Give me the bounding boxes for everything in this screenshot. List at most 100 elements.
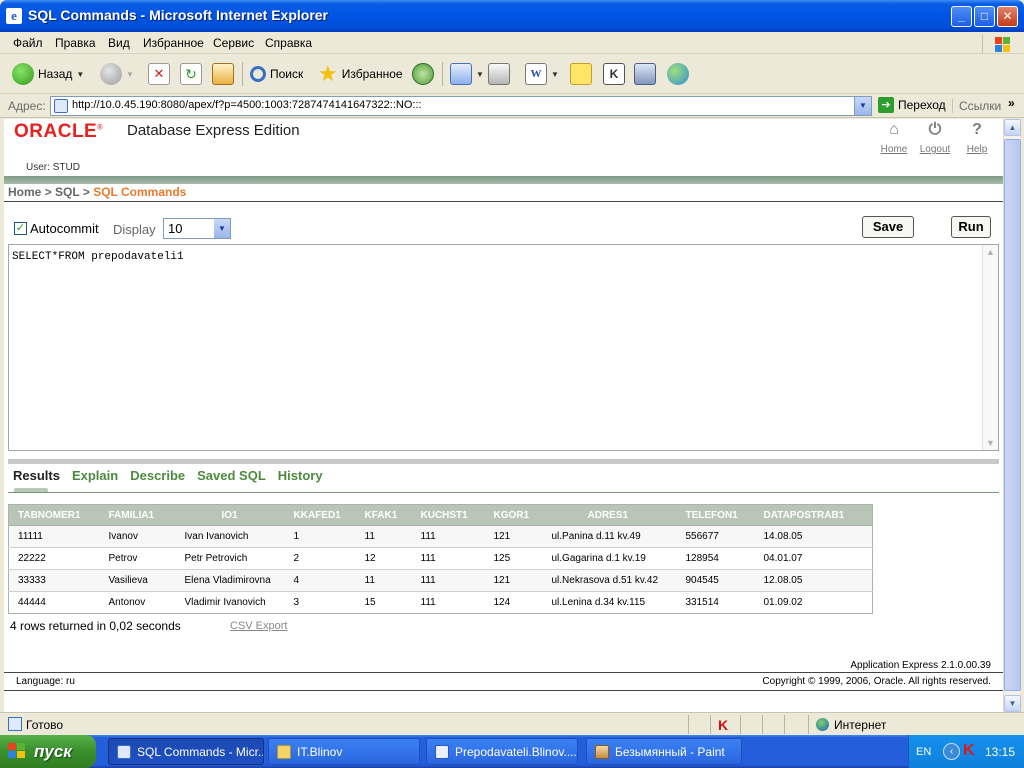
scroll-down-icon[interactable]: ▼ <box>1004 695 1021 712</box>
minimize-button[interactable]: _ <box>951 6 972 27</box>
kaspersky-toolbar-button[interactable]: K <box>603 62 625 86</box>
nav-help[interactable]: ? Help <box>957 119 997 155</box>
tab-describe[interactable]: Describe <box>130 468 185 483</box>
table-cell: 556677 <box>676 525 755 548</box>
ie-app-icon[interactable]: e <box>6 8 22 24</box>
forward-dropdown-icon[interactable]: ▼ <box>126 70 134 79</box>
nav-help-label[interactable]: Help <box>957 144 997 155</box>
breadcrumb: Home > SQL > SQL Commands <box>8 185 186 199</box>
favorites-button[interactable]: ★ Избранное <box>318 62 403 86</box>
toolbar-separator <box>242 62 243 86</box>
csv-export-link[interactable]: CSV Export <box>230 620 287 632</box>
mail-button[interactable]: ▼ <box>450 62 484 86</box>
go-arrow-icon: ➔ <box>878 97 894 113</box>
table-row: 11111 Ivanov Ivan Ivanovich 1 11 111 121… <box>8 525 873 548</box>
save-button[interactable]: Save <box>862 216 914 238</box>
scroll-down-icon[interactable]: ▼ <box>986 438 995 448</box>
scroll-up-icon[interactable]: ▲ <box>1004 119 1021 136</box>
back-button[interactable]: Назад ▼ <box>12 62 84 86</box>
messenger-button[interactable] <box>667 62 689 86</box>
home-button[interactable] <box>212 62 234 86</box>
kaspersky-icon[interactable]: K <box>718 717 728 733</box>
run-button[interactable]: Run <box>951 216 991 238</box>
maximize-button[interactable]: □ <box>974 6 995 27</box>
menu-edit[interactable]: Правка <box>55 36 96 50</box>
back-dropdown-icon[interactable]: ▼ <box>76 70 84 79</box>
edit-dropdown-icon[interactable]: ▼ <box>551 70 559 79</box>
nav-logout[interactable]: ⏻ Logout <box>915 119 955 155</box>
close-button[interactable]: ✕ <box>997 6 1018 27</box>
sql-editor[interactable]: SELECT*FROM prepodavateli1 ▲ ▼ <box>8 244 999 451</box>
table-cell: ul.Lenina d.34 kv.115 <box>542 591 677 614</box>
oracle-logo-text: ORACLE <box>14 121 98 142</box>
taskbar-item-document[interactable]: Prepodavateli.Blinov.... <box>426 738 578 765</box>
language-indicator[interactable]: EN <box>916 746 931 758</box>
taskbar-item-sql-commands[interactable]: SQL Commands - Micr... <box>108 738 264 765</box>
address-url[interactable]: http://10.0.45.190:8080/apex/f?p=4500:10… <box>72 99 422 111</box>
toolbar-separator <box>442 62 443 86</box>
editor-results-divider <box>8 459 999 464</box>
document-icon <box>435 745 449 759</box>
history-button[interactable] <box>412 62 434 86</box>
status-text: Готово <box>26 718 64 732</box>
kaspersky-tray-icon[interactable]: K <box>963 742 975 760</box>
autocommit-checkbox[interactable]: ✓ <box>14 222 27 235</box>
breadcrumb-sql[interactable]: SQL <box>55 185 79 199</box>
address-input[interactable]: http://10.0.45.190:8080/apex/f?p=4500:10… <box>50 96 872 116</box>
chevron-right-icon[interactable]: » <box>1008 96 1015 110</box>
window-title-bar[interactable]: e SQL Commands - Microsoft Internet Expl… <box>0 0 1024 32</box>
taskbar: пуск SQL Commands - Micr... IT.Blinov Pr… <box>0 735 1024 768</box>
menu-help[interactable]: Справка <box>265 36 312 50</box>
chevron-down-icon[interactable]: ▼ <box>214 219 230 238</box>
table-cell: 111 <box>411 569 485 592</box>
autocommit-toggle[interactable]: ✓ Autocommit <box>14 221 99 236</box>
refresh-button[interactable]: ↻ <box>180 62 202 86</box>
scroll-up-icon[interactable]: ▲ <box>986 247 995 257</box>
scroll-thumb[interactable] <box>1004 139 1021 691</box>
tab-results[interactable]: Results <box>13 468 60 483</box>
start-button[interactable]: пуск <box>0 735 96 768</box>
task-label: Безымянный - Paint <box>615 745 725 759</box>
menu-file[interactable]: Файл <box>13 36 43 50</box>
internet-zone-icon <box>816 718 829 731</box>
nav-home[interactable]: ⌂ Home <box>874 119 914 155</box>
links-button[interactable]: Ссылки <box>952 99 1001 113</box>
go-label: Переход <box>898 98 946 112</box>
research-button[interactable] <box>634 62 656 86</box>
menu-favorites[interactable]: Избранное <box>143 36 204 50</box>
mail-dropdown-icon[interactable]: ▼ <box>476 70 484 79</box>
tray-expand-icon[interactable]: ‹ <box>943 743 960 760</box>
forward-button[interactable]: ▼ <box>100 62 134 86</box>
notes-button[interactable] <box>570 62 592 86</box>
edit-word-button[interactable]: W ▼ <box>525 62 559 86</box>
breadcrumb-home[interactable]: Home <box>8 185 41 199</box>
table-cell: ul.Nekrasova d.51 kv.42 <box>542 569 677 592</box>
nav-logout-label[interactable]: Logout <box>915 144 955 155</box>
go-button[interactable]: ➔ Переход <box>878 97 946 113</box>
address-bar: Адрес: http://10.0.45.190:8080/apex/f?p=… <box>0 94 1024 118</box>
taskbar-item-paint[interactable]: Безымянный - Paint <box>586 738 742 765</box>
page-scrollbar[interactable]: ▲ ▼ <box>1003 119 1021 712</box>
address-dropdown-icon[interactable]: ▼ <box>854 97 871 115</box>
sql-editor-scrollbar[interactable]: ▲ ▼ <box>982 245 998 450</box>
table-cell: 125 <box>484 547 543 570</box>
tab-history[interactable]: History <box>278 468 323 483</box>
menu-tools[interactable]: Сервис <box>213 36 254 50</box>
taskbar-item-folder[interactable]: IT.Blinov <box>268 738 420 765</box>
search-button[interactable]: Поиск <box>250 62 303 86</box>
tab-explain[interactable]: Explain <box>72 468 118 483</box>
user-info: User: STUD <box>26 162 80 173</box>
table-cell: 121 <box>484 525 543 548</box>
tab-saved-sql[interactable]: Saved SQL <box>197 468 266 483</box>
refresh-icon: ↻ <box>180 63 202 85</box>
clock[interactable]: 13:15 <box>985 745 1015 759</box>
display-select[interactable]: 10 ▼ <box>163 218 231 239</box>
table-cell: 111 <box>411 547 485 570</box>
column-header: FAMILIA1 <box>99 504 176 526</box>
sql-query-text[interactable]: SELECT*FROM prepodavateli1 <box>12 251 184 263</box>
menu-view[interactable]: Вид <box>108 36 130 50</box>
print-button[interactable] <box>488 62 510 86</box>
stop-button[interactable]: ✕ <box>148 62 170 86</box>
nav-home-label[interactable]: Home <box>874 144 914 155</box>
oracle-logo: ORACLE® <box>14 121 103 142</box>
